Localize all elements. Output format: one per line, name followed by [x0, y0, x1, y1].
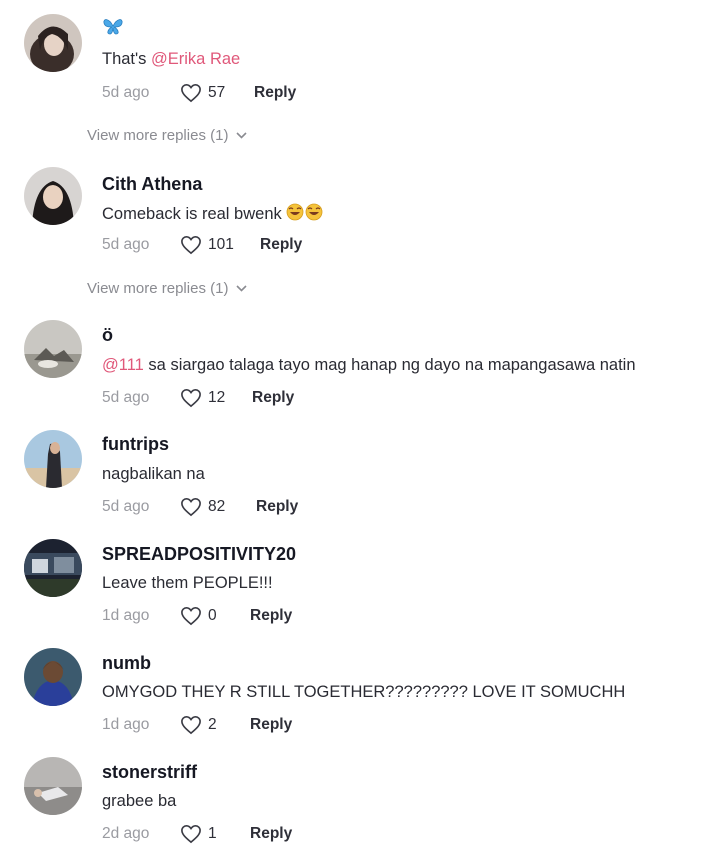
avatar[interactable]	[24, 167, 82, 225]
like-button[interactable]: 12	[180, 388, 252, 408]
timestamp: 5d ago	[102, 389, 150, 406]
mention-link[interactable]: @Erika Rae	[151, 50, 240, 68]
chevron-down-icon	[236, 132, 248, 139]
reply-button[interactable]: Reply	[250, 825, 292, 843]
comment-text: @111 sa siargao talaga tayo mag hanap ng…	[102, 356, 636, 375]
view-more-label: View more replies (1)	[87, 280, 229, 297]
like-count: 82	[208, 498, 226, 515]
view-more-replies[interactable]: View more replies (1)	[87, 127, 248, 144]
heart-outline-icon	[181, 606, 201, 626]
username[interactable]: stonerstriff	[102, 762, 197, 783]
comment-text-body: sa siargao talaga tayo mag hanap ng dayo…	[143, 356, 636, 374]
username[interactable]: Cith Athena	[102, 174, 202, 195]
like-button[interactable]: 101	[180, 235, 260, 255]
avatar[interactable]	[24, 320, 82, 378]
comment-text-prefix: That's	[102, 50, 152, 68]
timestamp: 5d ago	[102, 84, 150, 101]
comment-text: nagbalikan na	[102, 465, 205, 483]
comment-text: Leave them PEOPLE!!!	[102, 574, 273, 592]
avatar[interactable]	[24, 757, 82, 815]
like-button[interactable]: 1	[180, 824, 250, 844]
like-button[interactable]: 82	[180, 497, 256, 517]
avatar[interactable]	[24, 539, 82, 597]
heart-outline-icon	[181, 235, 201, 255]
reply-button[interactable]: Reply	[252, 389, 294, 407]
timestamp: 5d ago	[102, 498, 150, 515]
username[interactable]	[102, 16, 124, 41]
comment-meta: 5d ago 82 Reply	[102, 496, 298, 518]
heart-outline-icon	[181, 83, 201, 103]
comment-text: That's @Erika Rae	[102, 50, 240, 69]
reply-button[interactable]: Reply	[250, 716, 292, 734]
reply-button[interactable]: Reply	[256, 498, 298, 516]
butterfly-emoji-icon	[103, 19, 123, 35]
tears-of-joy-emoji	[286, 203, 323, 221]
comment-text: grabee ba	[102, 792, 177, 810]
username[interactable]: funtrips	[102, 434, 169, 455]
comment-text: Comeback is real bwenk	[102, 203, 326, 224]
username[interactable]: ö	[102, 325, 113, 346]
like-count: 12	[208, 389, 226, 406]
reply-button[interactable]: Reply	[250, 607, 292, 625]
heart-outline-icon	[181, 388, 201, 408]
username[interactable]: numb	[102, 653, 151, 674]
mention-link[interactable]: @111	[102, 356, 144, 374]
heart-outline-icon	[181, 497, 201, 517]
timestamp: 1d ago	[102, 607, 150, 624]
timestamp: 2d ago	[102, 825, 150, 842]
comment-text-body: Comeback is real bwenk	[102, 205, 282, 223]
like-count: 1	[208, 825, 217, 842]
username[interactable]: SPREADPOSITIVITY20	[102, 544, 296, 565]
reply-button[interactable]: Reply	[260, 236, 302, 254]
reply-button[interactable]: Reply	[254, 84, 296, 102]
heart-outline-icon	[181, 715, 201, 735]
like-button[interactable]: 57	[180, 83, 254, 103]
comment-meta: 1d ago 2 Reply	[102, 714, 292, 736]
comment-meta: 5d ago 101 Reply	[102, 234, 302, 256]
comment-meta: 2d ago 1 Reply	[102, 823, 292, 845]
timestamp: 1d ago	[102, 716, 150, 733]
heart-outline-icon	[181, 824, 201, 844]
view-more-label: View more replies (1)	[87, 127, 229, 144]
avatar[interactable]	[24, 14, 82, 72]
like-button[interactable]: 2	[180, 715, 250, 735]
like-count: 0	[208, 607, 217, 624]
timestamp: 5d ago	[102, 236, 150, 253]
like-count: 57	[208, 84, 226, 101]
chevron-down-icon	[236, 285, 248, 292]
comment-meta: 5d ago 12 Reply	[102, 387, 294, 409]
avatar[interactable]	[24, 648, 82, 706]
comment-meta: 1d ago 0 Reply	[102, 605, 292, 627]
like-count: 101	[208, 236, 234, 253]
comment-text: OMYGOD THEY R STILL TOGETHER????????? LO…	[102, 683, 626, 701]
comment-meta: 5d ago 57 Reply	[102, 82, 296, 104]
like-button[interactable]: 0	[180, 606, 250, 626]
view-more-replies[interactable]: View more replies (1)	[87, 280, 248, 297]
like-count: 2	[208, 716, 217, 733]
avatar[interactable]	[24, 430, 82, 488]
